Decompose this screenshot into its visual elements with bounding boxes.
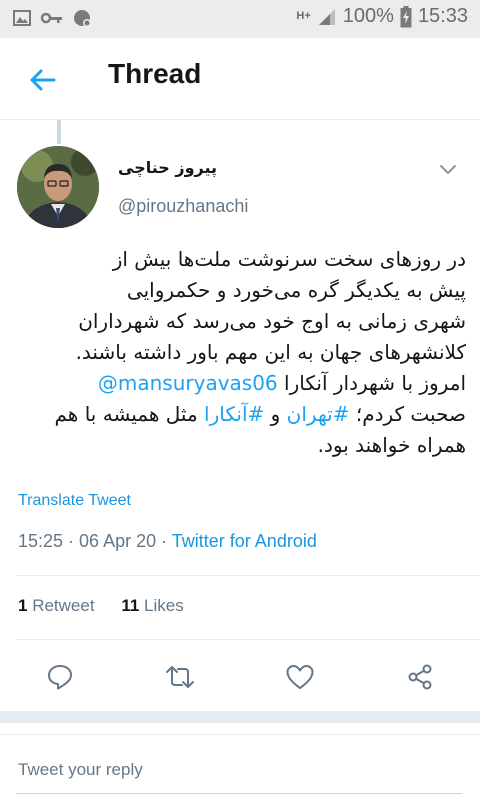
- divider: [16, 575, 480, 576]
- tweet-line-text: صحبت کردم؛: [355, 402, 466, 426]
- tweet-line: پیش به یکدیگر گره می‌خورد و حکمروایی: [126, 278, 466, 302]
- page-title: Thread: [108, 58, 202, 89]
- tweet-line: کلانشهرهای جهان به این مهم باور داشته با…: [75, 340, 466, 364]
- likes-stat[interactable]: 11 Likes: [121, 596, 183, 616]
- header-divider: [0, 119, 480, 120]
- signal-icon: [318, 8, 335, 25]
- key-icon: [40, 12, 62, 24]
- tweet-line: همراه خواهند بود.: [317, 433, 466, 457]
- arrow-left-icon: [30, 69, 56, 91]
- section-separator: [0, 711, 480, 723]
- tweet-line: صحبت کردم؛ #تهران و #آنکارا مثل همیشه با…: [16, 399, 466, 430]
- divider: [16, 639, 480, 640]
- source-link[interactable]: Twitter for Android: [172, 531, 317, 551]
- retweets-stat[interactable]: 1 Retweet: [18, 596, 95, 616]
- hashtag-link[interactable]: #آنکارا: [204, 402, 264, 426]
- mention-link[interactable]: @mansuryavas06: [98, 371, 278, 395]
- tweet-meta: 15:25 · 06 Apr 20 · Twitter for Android: [18, 531, 317, 552]
- timestamp: 15:25 · 06 Apr 20 ·: [18, 531, 172, 551]
- battery-percent: 100%: [342, 5, 394, 27]
- like-button[interactable]: [282, 659, 318, 695]
- tweet-line: امروز با شهردار آنکارا @mansuryavas06: [16, 368, 466, 399]
- thread-header: Thread: [0, 38, 480, 120]
- likes-count: 11: [121, 596, 140, 615]
- image-icon: [13, 10, 31, 26]
- heart-icon: [286, 665, 314, 689]
- reply-button[interactable]: [42, 659, 78, 695]
- author-name[interactable]: پیروز حناچی: [118, 158, 217, 177]
- reply-input-underline: [16, 793, 462, 794]
- avatar[interactable]: [17, 146, 99, 228]
- network-type: H+: [296, 10, 311, 22]
- tweet-actions: [0, 655, 480, 699]
- tweet-line-text: مثل همیشه با هم: [54, 402, 198, 426]
- hashtag-link[interactable]: #تهران: [287, 402, 350, 426]
- status-notifications: [12, 8, 92, 28]
- retweet-icon: [166, 666, 194, 688]
- tweet-line: شهری زمانی به اوج خود می‌رسد که شهرداران: [78, 309, 466, 333]
- thread-connector-line: [57, 120, 61, 144]
- author-handle[interactable]: @pirouzhanachi: [118, 196, 248, 217]
- chevron-down-icon: [440, 165, 456, 174]
- back-button[interactable]: [22, 62, 62, 98]
- data-saver-icon: [74, 10, 91, 27]
- retweets-label: Retweet: [32, 596, 95, 615]
- battery-charging-icon: [400, 5, 412, 27]
- retweet-button[interactable]: [162, 659, 198, 695]
- tweet-line-text: امروز با شهردار آنکارا: [284, 371, 466, 395]
- speech-bubble-icon: [48, 665, 72, 690]
- tweet-line-text: و: [270, 402, 281, 426]
- share-button[interactable]: [402, 659, 438, 695]
- tweet-line: در روزهای سخت سرنوشت ملت‌ها بیش از: [112, 247, 466, 271]
- avatar-image: [17, 146, 99, 228]
- translate-tweet-link[interactable]: Translate Tweet: [18, 492, 131, 510]
- divider: [0, 734, 480, 735]
- tweet-menu-button[interactable]: [434, 158, 462, 182]
- retweets-count: 1: [18, 596, 28, 615]
- status-bar: H+ 100% 15:33: [0, 0, 480, 38]
- share-icon: [408, 664, 432, 690]
- clock: 15:33: [417, 5, 468, 27]
- tweet-text: در روزهای سخت سرنوشت ملت‌ها بیش از پیش ب…: [16, 244, 466, 461]
- reply-input[interactable]: [0, 744, 480, 796]
- likes-label: Likes: [144, 596, 184, 615]
- tweet-stats: 1 Retweet 11 Likes: [18, 596, 206, 616]
- status-system: H+ 100% 15:33: [296, 5, 468, 28]
